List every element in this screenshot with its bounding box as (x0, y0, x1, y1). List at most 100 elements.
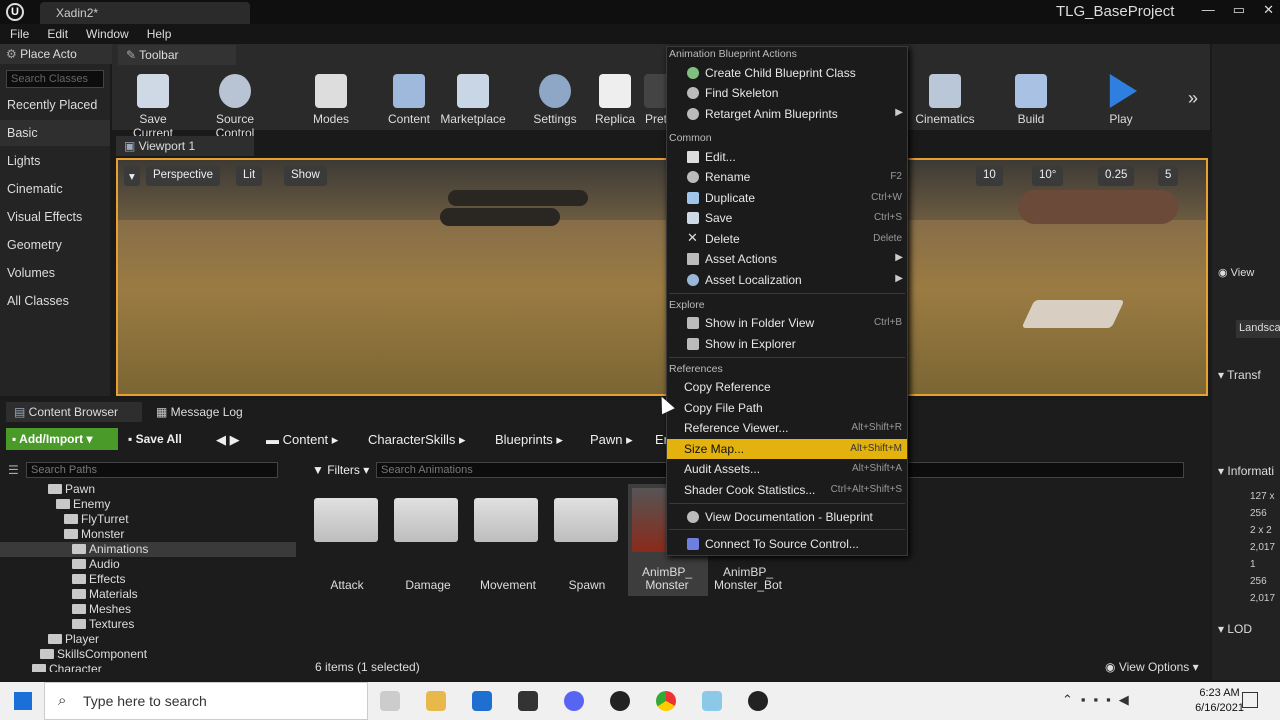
breadcrumb-characterskills[interactable]: CharacterSkills ▸ (368, 432, 466, 448)
discord-icon[interactable] (564, 691, 584, 711)
settings-button[interactable]: Settings (530, 74, 580, 126)
view-options-label[interactable]: ◉ View (1218, 266, 1254, 279)
filters-button[interactable]: ▼ Filters ▾ (312, 463, 369, 477)
asset-animbp-monster[interactable]: AnimBP_ Monster (627, 566, 707, 592)
taskbar-search-input[interactable]: Type here to search (44, 682, 368, 720)
unreal-engine-icon[interactable] (610, 691, 630, 711)
menu-file[interactable]: File (10, 27, 29, 41)
tree-item-monster[interactable]: Monster (0, 527, 296, 542)
back-icon[interactable]: ◀ ▶ (216, 432, 240, 448)
level-tab[interactable]: Xadin2* (40, 2, 250, 24)
maximize-icon[interactable]: ▭ (1233, 2, 1245, 18)
place-actors-tab[interactable]: ⚙ Place Acto (0, 44, 112, 64)
chrome-icon[interactable] (656, 691, 676, 711)
size-map-item[interactable]: Size Map... Alt+Shift+M (667, 439, 907, 459)
app-icon[interactable] (702, 691, 722, 711)
folder-icon[interactable] (554, 498, 618, 542)
tree-item-skillscomponent[interactable]: SkillsComponent (0, 647, 296, 662)
asset-actions-item[interactable]: Asset Actions ▶ (667, 249, 907, 269)
mail-icon[interactable] (472, 691, 492, 711)
file-explorer-icon[interactable] (426, 691, 446, 711)
toolbar-tab[interactable]: ✎ Toolbar (118, 45, 236, 65)
show-button[interactable]: Show (284, 166, 327, 186)
perspective-button[interactable]: Perspective (146, 166, 221, 186)
minimize-icon[interactable]: — (1202, 2, 1215, 18)
content-browser-tab[interactable]: ▤ Content Browser (6, 402, 142, 422)
tree-item-materials[interactable]: Materials (0, 587, 296, 602)
tree-item-character[interactable]: Character (0, 662, 296, 672)
view-documentation-item[interactable]: View Documentation - Blueprint (667, 507, 907, 527)
copy-reference-item[interactable]: Copy Reference (667, 377, 907, 397)
tree-item-pawn[interactable]: Pawn (0, 482, 296, 497)
save-current-button[interactable]: Save Current (118, 74, 188, 140)
category-visual-effects[interactable]: Visual Effects (0, 204, 110, 230)
asset-spawn[interactable]: Spawn (547, 578, 627, 592)
windows-start-icon[interactable] (14, 692, 32, 710)
category-volumes[interactable]: Volumes (0, 260, 110, 286)
chevron-right-icon[interactable]: » (1188, 88, 1198, 109)
menu-help[interactable]: Help (147, 27, 172, 41)
tree-item-enemy[interactable]: Enemy (0, 497, 296, 512)
connect-source-control-item[interactable]: Connect To Source Control... (667, 534, 907, 554)
category-recently-placed[interactable]: Recently Placed (0, 92, 110, 118)
asset-animbp-monster-bot[interactable]: AnimBP_ Monster_Bot (708, 566, 788, 592)
lod-section[interactable]: ▾ LOD (1218, 622, 1252, 636)
folder-icon[interactable] (474, 498, 538, 542)
lit-button[interactable]: Lit (236, 166, 263, 186)
task-view-icon[interactable] (380, 691, 400, 711)
menu-window[interactable]: Window (86, 27, 129, 41)
view-options-button[interactable]: ◉ View Options ▾ (1105, 660, 1199, 674)
asset-attack[interactable]: Attack (307, 578, 387, 592)
create-child-blueprint-item[interactable]: Create Child Blueprint Class (667, 63, 907, 83)
close-icon[interactable]: ✕ (1263, 2, 1274, 18)
delete-item[interactable]: ✕ Delete Delete (667, 229, 907, 249)
scale-snap-value[interactable]: 0.25 (1098, 166, 1135, 186)
folder-icon[interactable] (314, 498, 378, 542)
category-lights[interactable]: Lights (0, 148, 110, 174)
duplicate-item[interactable]: Duplicate Ctrl+W (667, 188, 907, 208)
tree-item-flyturret[interactable]: FlyTurret (0, 512, 296, 527)
viewport-tab[interactable]: ▣ Viewport 1 (116, 136, 254, 156)
asset-damage[interactable]: Damage (388, 578, 468, 592)
replica-button[interactable]: Replica (592, 74, 638, 126)
category-basic[interactable]: Basic (0, 120, 110, 146)
category-cinematic[interactable]: Cinematic (0, 176, 110, 202)
audit-assets-item[interactable]: Audit Assets... Alt+Shift+A (667, 459, 907, 479)
folder-icon[interactable] (394, 498, 458, 542)
shader-cook-statistics-item[interactable]: Shader Cook Statistics... Ctrl+Alt+Shift+… (667, 480, 907, 500)
category-all-classes[interactable]: All Classes (0, 288, 110, 314)
content-button[interactable]: Content (386, 74, 432, 126)
category-geometry[interactable]: Geometry (0, 232, 110, 258)
obs-icon[interactable] (748, 691, 768, 711)
viewport-options-button[interactable]: ▾ (124, 166, 140, 186)
system-tray-icons[interactable]: ⌃▪▪▪◀ (1062, 692, 1137, 708)
clock[interactable]: 6:23 AM 6/16/2021 (1195, 686, 1244, 716)
build-button[interactable]: Build (1010, 74, 1052, 126)
menu-edit[interactable]: Edit (47, 27, 68, 41)
marketplace-button[interactable]: Marketplace (438, 74, 508, 126)
source-control-button[interactable]: Source Control (196, 74, 274, 140)
rename-item[interactable]: Rename F2 (667, 167, 907, 187)
breadcrumb-content[interactable]: ▬ Content ▸ (266, 432, 338, 448)
tree-item-animations[interactable]: Animations (0, 542, 296, 557)
show-in-explorer-item[interactable]: Show in Explorer (667, 334, 907, 354)
grid-snap-value[interactable]: 10 (976, 166, 1003, 186)
copy-file-path-item[interactable]: Copy File Path (667, 398, 907, 418)
cinematics-button[interactable]: Cinematics (912, 74, 978, 126)
retarget-anim-blueprints-item[interactable]: Retarget Anim Blueprints ▶ (667, 104, 907, 124)
search-classes-input[interactable]: Search Classes (6, 70, 104, 88)
sources-toggle-icon[interactable]: ☰ (8, 463, 19, 477)
information-section[interactable]: ▾ Informati (1218, 464, 1274, 478)
breadcrumb-blueprints[interactable]: Blueprints ▸ (495, 432, 563, 448)
preview-button[interactable]: Pret (644, 74, 668, 126)
breadcrumb-pawn[interactable]: Pawn ▸ (590, 432, 633, 448)
tree-item-meshes[interactable]: Meshes (0, 602, 296, 617)
search-paths-input[interactable]: Search Paths (26, 462, 278, 478)
play-button[interactable]: Play (1100, 74, 1142, 126)
edit-item[interactable]: Edit... (667, 147, 907, 167)
tree-item-textures[interactable]: Textures (0, 617, 296, 632)
reference-viewer-item[interactable]: Reference Viewer... Alt+Shift+R (667, 418, 907, 438)
landscape-tab[interactable]: Landscap (1236, 320, 1280, 338)
asset-localization-item[interactable]: Asset Localization ▶ (667, 270, 907, 290)
tree-item-player[interactable]: Player (0, 632, 296, 647)
